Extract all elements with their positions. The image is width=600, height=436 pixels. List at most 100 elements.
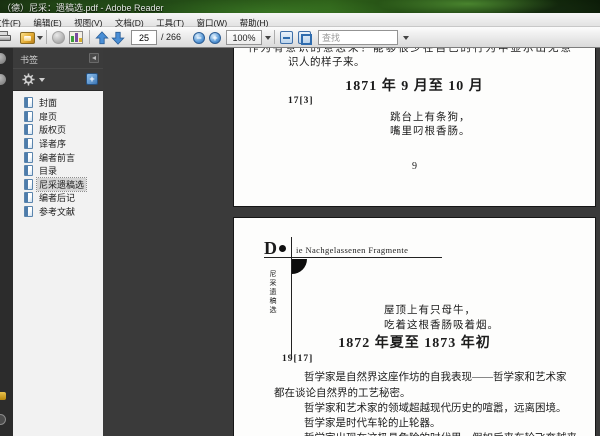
bookmark-label: 参考文献: [39, 207, 76, 218]
body-line: 哲学家出现在这极具危险的时代里，假如后来车轮飞奔越来: [304, 430, 577, 436]
zoom-dropdown-icon[interactable]: [265, 36, 271, 40]
bookmark-label: 扉页: [39, 111, 58, 122]
main-area: 书签 + 封面 扉页 版权页 译者序 编者前言 目录 尼采遗稿选 编者后记 参考…: [0, 48, 600, 436]
attachments-tab-icon[interactable]: [0, 414, 6, 425]
bookmark-item[interactable]: 译者序: [13, 137, 103, 151]
section-number: 17[3]: [288, 96, 314, 106]
separator: [46, 30, 47, 44]
title-bar[interactable]: （德）尼采：遗稿选.pdf - Adobe Reader: [0, 0, 600, 13]
fit-page-button[interactable]: [298, 29, 312, 46]
date-heading: 1872 年夏至 1873 年初: [338, 336, 491, 351]
find-input[interactable]: [318, 30, 398, 45]
bookmark-item-selected[interactable]: 尼采遗稿选: [13, 176, 103, 192]
bookmark-item[interactable]: 目录: [13, 164, 103, 178]
bookmark-page-icon: [24, 151, 33, 163]
bookmark-item[interactable]: 参考文献: [13, 205, 103, 219]
find-dropdown-icon[interactable]: [403, 36, 409, 40]
verse-line: 跳台上有条狗，: [390, 112, 471, 123]
bookmark-page-icon: [24, 110, 33, 122]
adobe-reader-window: （德）尼采：遗稿选.pdf - Adobe Reader 文件(F) 编辑(E)…: [0, 0, 600, 436]
convert-button[interactable]: [69, 29, 83, 46]
next-page-button[interactable]: [111, 29, 125, 46]
body-line: 哲学家是时代车轮的止轮器。: [304, 418, 441, 429]
bookmark-label: 译者序: [39, 139, 67, 150]
logo-dot-icon: [279, 245, 286, 252]
separator: [89, 30, 90, 44]
zoom-in-button[interactable]: +: [209, 29, 221, 46]
pdf-page-25: 作为有意识的意志来！能够很少在自己的行为中显示出无意 识人的样子来。 1871 …: [233, 48, 596, 207]
section-number: 19[17]: [282, 354, 314, 364]
logo-horizontal-rule: [264, 257, 442, 258]
navigation-tab-strip: [0, 48, 13, 436]
bookmark-page-icon: [24, 192, 33, 204]
bookmark-label: 封面: [39, 98, 58, 109]
bookmarks-panel-header: 书签: [13, 48, 103, 69]
fit-page-icon: [298, 31, 312, 45]
bookmark-page-icon: [24, 97, 33, 109]
pdf-page-26: D ie Nachgelassenen Fragmente 尼采遗稿选 屋顶上有…: [233, 217, 596, 436]
bookmark-label: 编者后记: [39, 193, 76, 204]
share-dropdown[interactable]: [37, 29, 43, 46]
zoom-level-select[interactable]: 100%: [226, 30, 262, 45]
page-number-label: 9: [412, 161, 417, 172]
bookmarks-panel-title: 书签: [20, 55, 39, 65]
new-bookmark-button[interactable]: +: [86, 73, 98, 85]
logo-initial: D: [264, 238, 277, 258]
verse-line: 吃着这根香肠吸着烟。: [384, 320, 499, 331]
logo-quarter-circle: [292, 259, 307, 274]
bookmark-item[interactable]: 封面: [13, 96, 103, 110]
share-icon: [20, 31, 35, 44]
separator: [274, 30, 275, 44]
date-heading: 1871 年 9 月至 10 月: [345, 79, 484, 94]
chart-icon: [69, 31, 83, 44]
bookmark-item[interactable]: 扉页: [13, 110, 103, 124]
bookmark-label: 目录: [39, 166, 58, 177]
menu-bar: 文件(F) 编辑(E) 视图(V) 文档(D) 工具(T) 窗口(W) 帮助(H…: [0, 13, 600, 28]
bookmarks-tab-icon[interactable]: [0, 53, 6, 64]
bookmark-item[interactable]: 编者前言: [13, 150, 103, 164]
body-line: 哲学家和艺术家的领域超越现代历史的喧嚣，远离困境。: [304, 403, 567, 414]
bookmark-item[interactable]: 编者后记: [13, 191, 103, 205]
arrow-up-icon: [95, 30, 109, 44]
verse-line: 嘴里叼根香肠。: [390, 126, 471, 137]
options-dropdown-icon[interactable]: [39, 78, 45, 82]
collaborate-button[interactable]: [52, 29, 65, 46]
fit-width-icon: [280, 31, 293, 44]
zoom-out-button[interactable]: −: [193, 29, 205, 46]
bookmark-page-icon: [24, 178, 33, 190]
collapse-panel-button[interactable]: [89, 53, 99, 63]
bookmarks-options-bar: +: [13, 69, 103, 91]
gear-icon[interactable]: [22, 73, 35, 86]
document-pane: 作为有意识的意志来！能够很少在自己的行为中显示出无意 识人的样子来。 1871 …: [103, 48, 600, 436]
previous-page-button[interactable]: [95, 29, 109, 46]
bookmark-label: 尼采遗稿选: [35, 176, 88, 192]
zoom-out-icon: −: [193, 31, 205, 44]
zoom-level-value: 100%: [232, 32, 256, 43]
zoom-in-icon: +: [209, 31, 221, 44]
body-line: 都在谈论自然界的工艺秘密。: [274, 388, 411, 399]
logo-vertical-text: 尼采遗稿选: [269, 270, 277, 315]
bookmark-page-icon: [24, 165, 33, 177]
verse-line: 屋顶上有只母牛，: [384, 305, 476, 316]
bookmarks-list: 封面 扉页 版权页 译者序 编者前言 目录 尼采遗稿选 编者后记 参考文献: [13, 91, 103, 436]
pages-tab-icon[interactable]: [0, 74, 6, 85]
bookmark-page-icon: [24, 138, 33, 150]
print-icon[interactable]: [0, 31, 11, 43]
toolbar: / 266 − + 100%: [0, 27, 600, 48]
comments-tab-icon[interactable]: [0, 392, 6, 400]
arrow-down-icon: [111, 31, 125, 45]
bookmark-label: 版权页: [39, 125, 67, 136]
fit-width-button[interactable]: [280, 29, 293, 46]
page-text-line: 识人的样子来。: [288, 57, 365, 68]
bookmarks-panel: 书签 + 封面 扉页 版权页 译者序 编者前言 目录 尼采遗稿选 编者后记 参考…: [13, 48, 103, 436]
body-line: 哲学家是自然界这座作坊的自我表现——哲学家和艺术家: [304, 372, 567, 383]
page-number-input[interactable]: [131, 30, 157, 45]
globe-icon: [52, 31, 65, 44]
bookmark-page-icon: [24, 124, 33, 136]
bookmark-label: 编者前言: [39, 152, 76, 163]
bookmark-item[interactable]: 版权页: [13, 123, 103, 137]
bookmark-page-icon: [24, 206, 33, 218]
share-button[interactable]: [20, 29, 35, 46]
page-total-label: / 266: [161, 32, 182, 42]
logo-title: ie Nachgelassenen Fragmente: [296, 245, 409, 255]
